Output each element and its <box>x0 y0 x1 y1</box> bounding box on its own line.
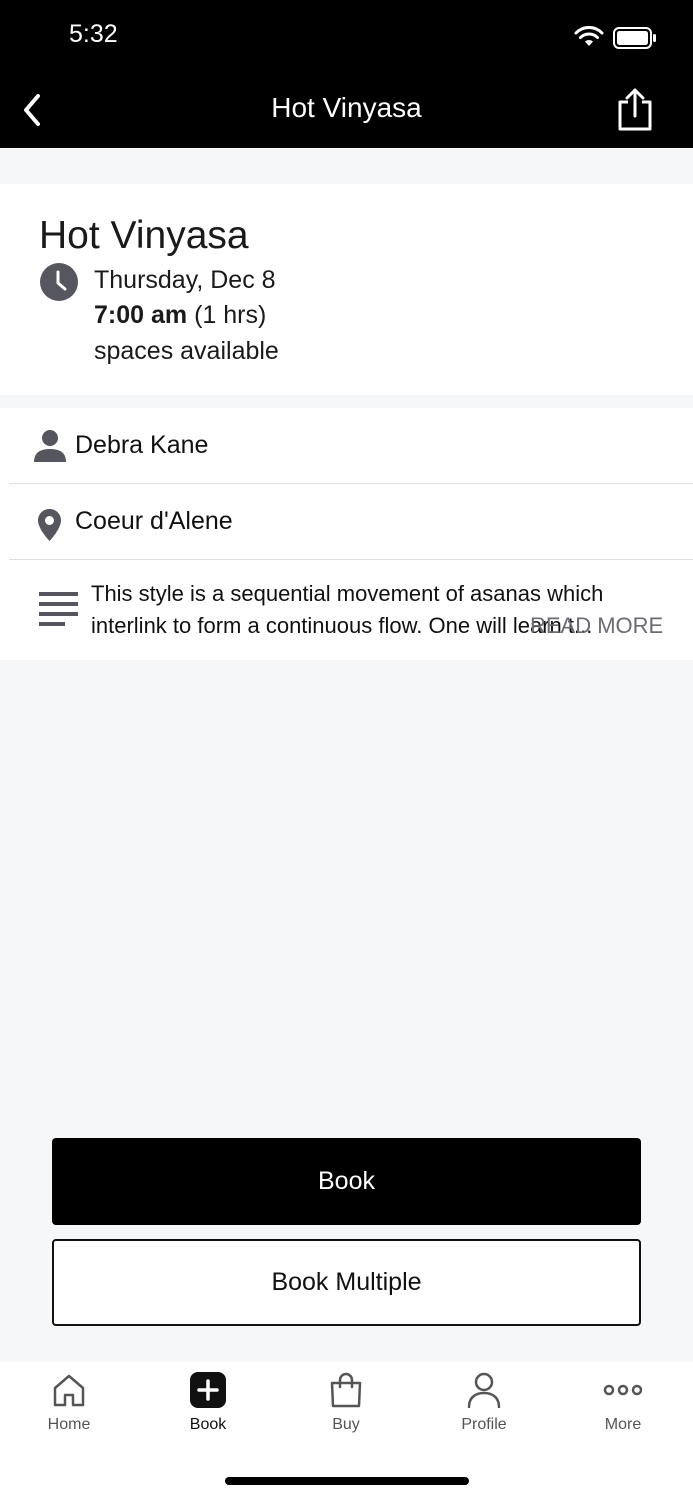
tab-more[interactable]: More <box>573 1372 673 1452</box>
class-date: Thursday, Dec 8 <box>94 266 276 294</box>
top-bar: 5:32 Hot Vinyasa <box>0 0 693 148</box>
tab-book-label: Book <box>189 1416 227 1433</box>
book-multiple-button[interactable]: Book Multiple <box>52 1239 641 1326</box>
person-outline-icon <box>467 1372 501 1408</box>
class-time: 7:00 am (1 hrs) <box>94 301 266 330</box>
description-icon <box>39 592 78 626</box>
share-button[interactable] <box>615 86 655 132</box>
class-start-time: 7:00 am <box>94 301 188 329</box>
class-details-card: Debra Kane Coeur d'Alene This style is a… <box>0 408 693 660</box>
location-name: Coeur d'Alene <box>75 507 233 535</box>
book-button[interactable]: Book <box>52 1138 641 1225</box>
read-more-link[interactable]: READ MORE <box>530 610 663 642</box>
class-summary-card: Hot Vinyasa Thursday, Dec 8 7:00 am (1 h… <box>0 184 693 395</box>
clock-icon <box>40 263 78 301</box>
tab-home-label: Home <box>47 1416 91 1433</box>
tab-more-label: More <box>604 1416 642 1433</box>
home-icon <box>53 1374 85 1407</box>
bag-icon <box>330 1372 362 1408</box>
tab-book[interactable]: Book <box>158 1372 258 1452</box>
location-row[interactable]: Coeur d'Alene <box>9 484 693 560</box>
class-title: Hot Vinyasa <box>39 214 249 257</box>
plus-square-icon <box>190 1372 226 1408</box>
class-duration: (1 hrs) <box>194 301 267 329</box>
tab-home[interactable]: Home <box>19 1372 119 1452</box>
home-indicator[interactable] <box>225 1477 469 1485</box>
page-title: Hot Vinyasa <box>271 92 422 123</box>
wifi-icon <box>574 26 604 46</box>
spaces-available: spaces available <box>94 337 279 365</box>
tab-buy-label: Buy <box>332 1416 360 1433</box>
location-pin-icon <box>38 509 61 541</box>
tab-buy[interactable]: Buy <box>296 1372 396 1452</box>
status-time: 5:32 <box>69 20 118 48</box>
more-icon <box>603 1384 643 1396</box>
person-icon <box>34 430 66 462</box>
tab-profile[interactable]: Profile <box>434 1372 534 1452</box>
instructor-row[interactable]: Debra Kane <box>9 408 693 484</box>
tab-profile-label: Profile <box>461 1416 507 1433</box>
battery-icon <box>613 27 656 49</box>
instructor-name: Debra Kane <box>75 431 209 459</box>
